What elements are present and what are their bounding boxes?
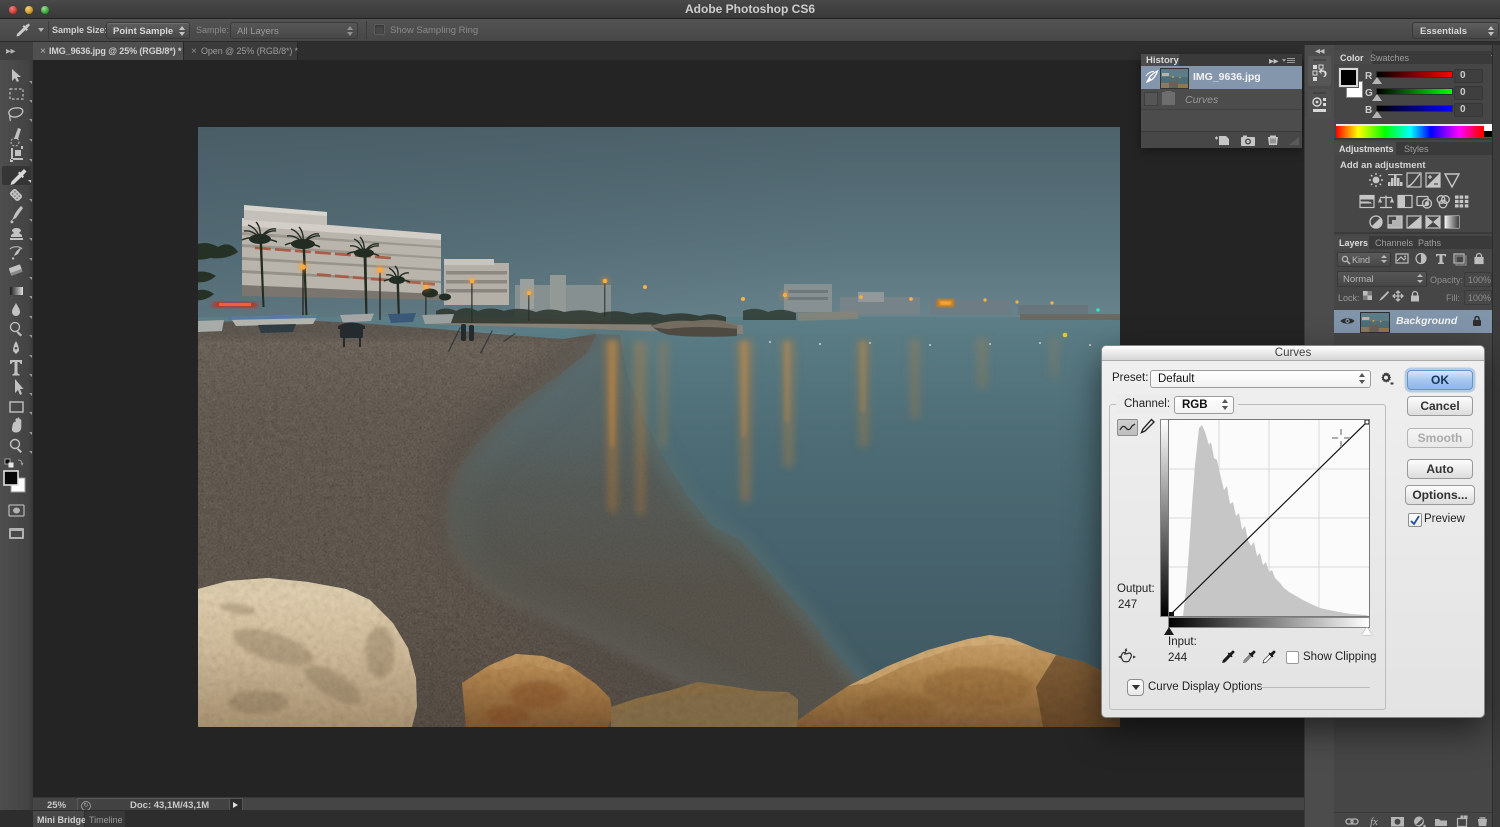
svg-text:fx: fx [1370,816,1378,827]
